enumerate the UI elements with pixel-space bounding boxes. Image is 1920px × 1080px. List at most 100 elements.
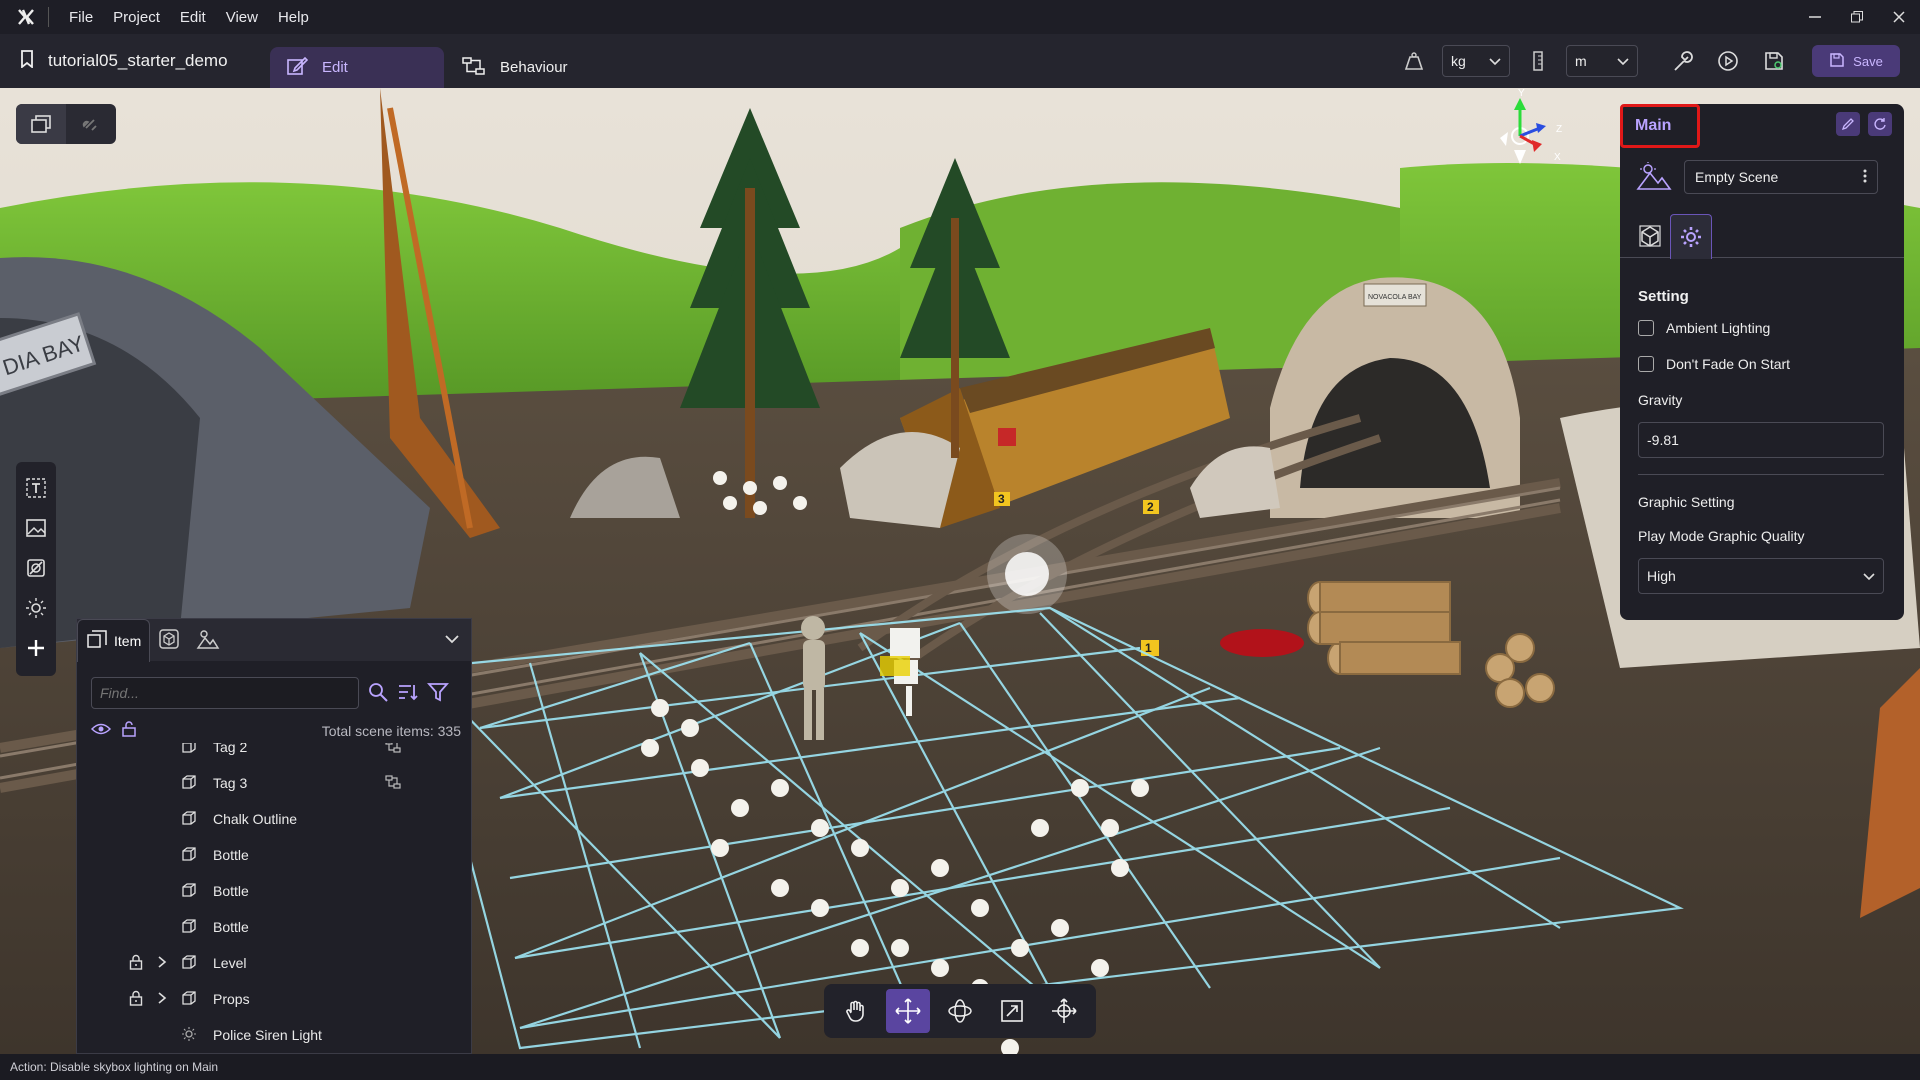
tree-row-label: Police Siren Light	[213, 1027, 322, 1043]
sort-icon[interactable]	[397, 681, 419, 706]
tree-row[interactable]: Tag 3	[77, 765, 457, 801]
tab-assets[interactable]	[150, 619, 188, 661]
menu-file[interactable]: File	[59, 9, 103, 26]
svg-text:Y: Y	[1518, 88, 1525, 99]
chevron-right-icon[interactable]	[157, 991, 167, 1007]
tree-row[interactable]: Bottle	[77, 873, 457, 909]
tree-row-label: Tag 3	[213, 775, 248, 791]
tree-row[interactable]: Chalk Outline	[77, 801, 457, 837]
scene-hierarchy-panel: Item Total scene items: 335 Tag 2 Tag 3 Ch…	[76, 618, 472, 1054]
tree-row-label: Bottle	[213, 919, 249, 935]
perspective-view-icon[interactable]	[16, 104, 66, 144]
hide-object-icon[interactable]	[16, 548, 56, 588]
floppy-icon	[1829, 52, 1845, 71]
svg-text:NOVACOLA BAY: NOVACOLA BAY	[1368, 294, 1422, 301]
tree-row[interactable]: Bottle	[77, 909, 457, 945]
tree-row[interactable]: Police Siren Light	[77, 1017, 457, 1053]
tree-row-label: Tag 2	[213, 743, 248, 755]
light-icon	[181, 1026, 197, 1045]
transform-all-icon[interactable]	[1042, 989, 1086, 1033]
add-icon[interactable]	[16, 628, 56, 668]
gravity-input[interactable]: -9.81	[1638, 422, 1884, 458]
svg-text:2: 2	[1147, 500, 1154, 514]
status-bar: Action: Disable skybox lighting on Main	[0, 1054, 1920, 1080]
menu-project[interactable]: Project	[103, 9, 170, 26]
chevron-right-icon[interactable]	[157, 955, 167, 971]
minimize-icon[interactable]	[1794, 0, 1836, 34]
more-vertical-icon[interactable]	[1863, 169, 1867, 186]
cube-icon	[181, 918, 197, 937]
behaviour-flow-icon[interactable]	[385, 743, 401, 756]
tab-object-icon[interactable]	[1630, 214, 1670, 258]
visibility-eye-icon[interactable]	[90, 722, 112, 739]
item-list-icon	[86, 629, 108, 652]
reset-icon[interactable]	[1868, 112, 1892, 136]
scale-tool-icon[interactable]	[990, 989, 1034, 1033]
ambient-lighting-label: Ambient Lighting	[1666, 320, 1771, 336]
dont-fade-checkbox[interactable]	[1638, 356, 1654, 372]
tab-environment[interactable]	[188, 619, 228, 661]
gravity-value: -9.81	[1647, 432, 1679, 448]
tree-row[interactable]: Level	[77, 945, 457, 981]
save-publish-icon[interactable]	[1756, 43, 1792, 79]
rotate-tool-icon[interactable]	[938, 989, 982, 1033]
project-name: tutorial05_starter_demo	[48, 51, 228, 70]
selected-object-title: Main	[1620, 104, 1700, 148]
tree-row[interactable]: Tag 2	[77, 743, 457, 765]
scene-select[interactable]: Empty Scene	[1684, 160, 1878, 194]
log-pile	[1307, 581, 1461, 675]
text-tool-icon[interactable]	[16, 468, 56, 508]
behaviour-flow-icon[interactable]	[385, 774, 401, 792]
dont-fade-row[interactable]: Don't Fade On Start	[1638, 356, 1790, 372]
orientation-gizmo[interactable]: Y Z X	[1480, 88, 1580, 178]
menu-bar: File Project Edit View Help	[0, 0, 1920, 34]
tab-edit[interactable]: Edit	[270, 47, 444, 88]
hierarchy-tabs: Item	[77, 618, 471, 662]
pencil-icon[interactable]	[1836, 112, 1860, 136]
left-tool-strip	[16, 462, 56, 676]
link-icon[interactable]	[66, 104, 116, 144]
close-icon[interactable]	[1878, 0, 1920, 34]
lock-icon[interactable]	[129, 990, 143, 1009]
wrench-icon[interactable]	[1664, 43, 1700, 79]
svg-text:X: X	[1554, 152, 1561, 163]
hand-pan-icon[interactable]	[834, 989, 878, 1033]
tab-item[interactable]: Item	[77, 618, 151, 662]
chevron-down-icon[interactable]	[445, 631, 459, 647]
play-mode-quality-select[interactable]: High	[1638, 558, 1884, 594]
image-tool-icon[interactable]	[16, 508, 56, 548]
ambient-lighting-row[interactable]: Ambient Lighting	[1638, 320, 1770, 336]
ambient-lighting-checkbox[interactable]	[1638, 320, 1654, 336]
hierarchy-search-input[interactable]	[91, 677, 359, 709]
tab-behaviour[interactable]: Behaviour	[462, 47, 568, 88]
play-icon[interactable]	[1710, 43, 1746, 79]
setting-section-title: Setting	[1638, 288, 1689, 305]
tree-row[interactable]: Props	[77, 981, 457, 1017]
light-tool-icon[interactable]	[16, 588, 56, 628]
menu-help[interactable]: Help	[268, 9, 319, 26]
filter-icon[interactable]	[427, 681, 449, 706]
asset-cube-icon	[158, 628, 180, 653]
app-logo-icon	[12, 3, 40, 31]
search-icon[interactable]	[367, 681, 389, 706]
tree-row-label: Level	[213, 955, 247, 971]
property-tabs	[1620, 214, 1904, 259]
tree-row[interactable]: Bottle	[77, 837, 457, 873]
section-divider	[1638, 474, 1884, 475]
length-unit-select[interactable]: m	[1566, 45, 1638, 77]
lock-toggle-icon[interactable]	[121, 721, 137, 740]
mass-unit-select[interactable]: kg	[1442, 45, 1510, 77]
tree-row-label: Props	[213, 991, 250, 1007]
restore-icon[interactable]	[1836, 0, 1878, 34]
svg-text:3: 3	[998, 492, 1005, 506]
lock-icon[interactable]	[129, 954, 143, 973]
menu-divider	[48, 7, 49, 27]
tab-settings-gear-icon[interactable]	[1670, 214, 1712, 259]
cube-icon	[181, 846, 197, 865]
menu-view[interactable]: View	[216, 9, 268, 26]
save-button[interactable]: Save	[1812, 45, 1900, 77]
mass-unit-value: kg	[1451, 53, 1466, 69]
play-mode-quality-value: High	[1647, 568, 1676, 584]
move-tool-icon[interactable]	[886, 989, 930, 1033]
menu-edit[interactable]: Edit	[170, 9, 216, 26]
